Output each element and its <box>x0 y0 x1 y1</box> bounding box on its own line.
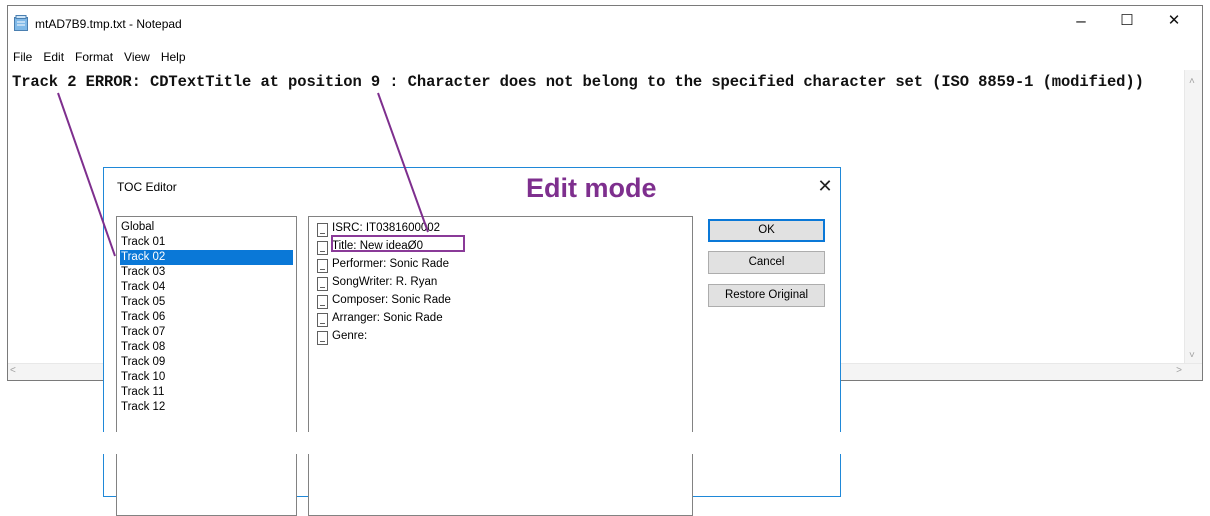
pointer-line-track <box>57 92 116 257</box>
annotation-lines <box>57 92 429 257</box>
pointer-line-position <box>377 92 429 233</box>
